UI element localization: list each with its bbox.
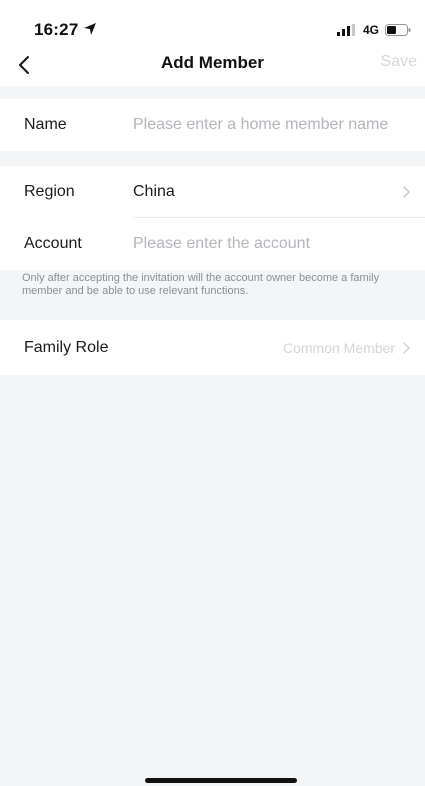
- signal-icon: [336, 24, 355, 36]
- status-indicators: 4G: [336, 22, 411, 38]
- name-label: Name: [24, 116, 67, 133]
- family-role-section: Family Role Common Member: [0, 320, 425, 375]
- name-input[interactable]: [133, 116, 418, 134]
- status-bar: 16:27 4G: [0, 0, 425, 44]
- region-row[interactable]: Region China: [0, 166, 425, 218]
- home-indicator: [145, 778, 297, 783]
- region-label: Region: [24, 183, 75, 200]
- chevron-right-icon: [403, 186, 410, 198]
- account-row: Account: [0, 218, 425, 270]
- location-arrow-icon: [84, 23, 96, 35]
- status-time: 16:27: [34, 20, 79, 39]
- account-input[interactable]: [133, 235, 418, 253]
- battery-icon: [385, 24, 411, 36]
- save-button[interactable]: Save: [381, 53, 417, 71]
- region-account-section: Region China Account: [0, 166, 425, 270]
- page-title: Add Member: [161, 53, 264, 72]
- name-section: Name: [0, 99, 425, 151]
- invitation-notice: Only after accepting the invitation will…: [22, 272, 380, 297]
- navigation-bar: Add Member Save: [0, 44, 425, 86]
- family-role-row[interactable]: Family Role Common Member: [0, 320, 425, 375]
- chevron-right-icon: [403, 341, 410, 354]
- family-role-label: Family Role: [24, 338, 109, 356]
- account-label: Account: [24, 235, 82, 252]
- name-row: Name: [0, 99, 425, 151]
- region-value: China: [133, 183, 175, 200]
- network-label: 4G: [362, 23, 379, 37]
- family-role-value: Common Member: [282, 339, 395, 356]
- add-member-screen: 16:27 4G Add Member Save Name Please ent…: [0, 0, 425, 786]
